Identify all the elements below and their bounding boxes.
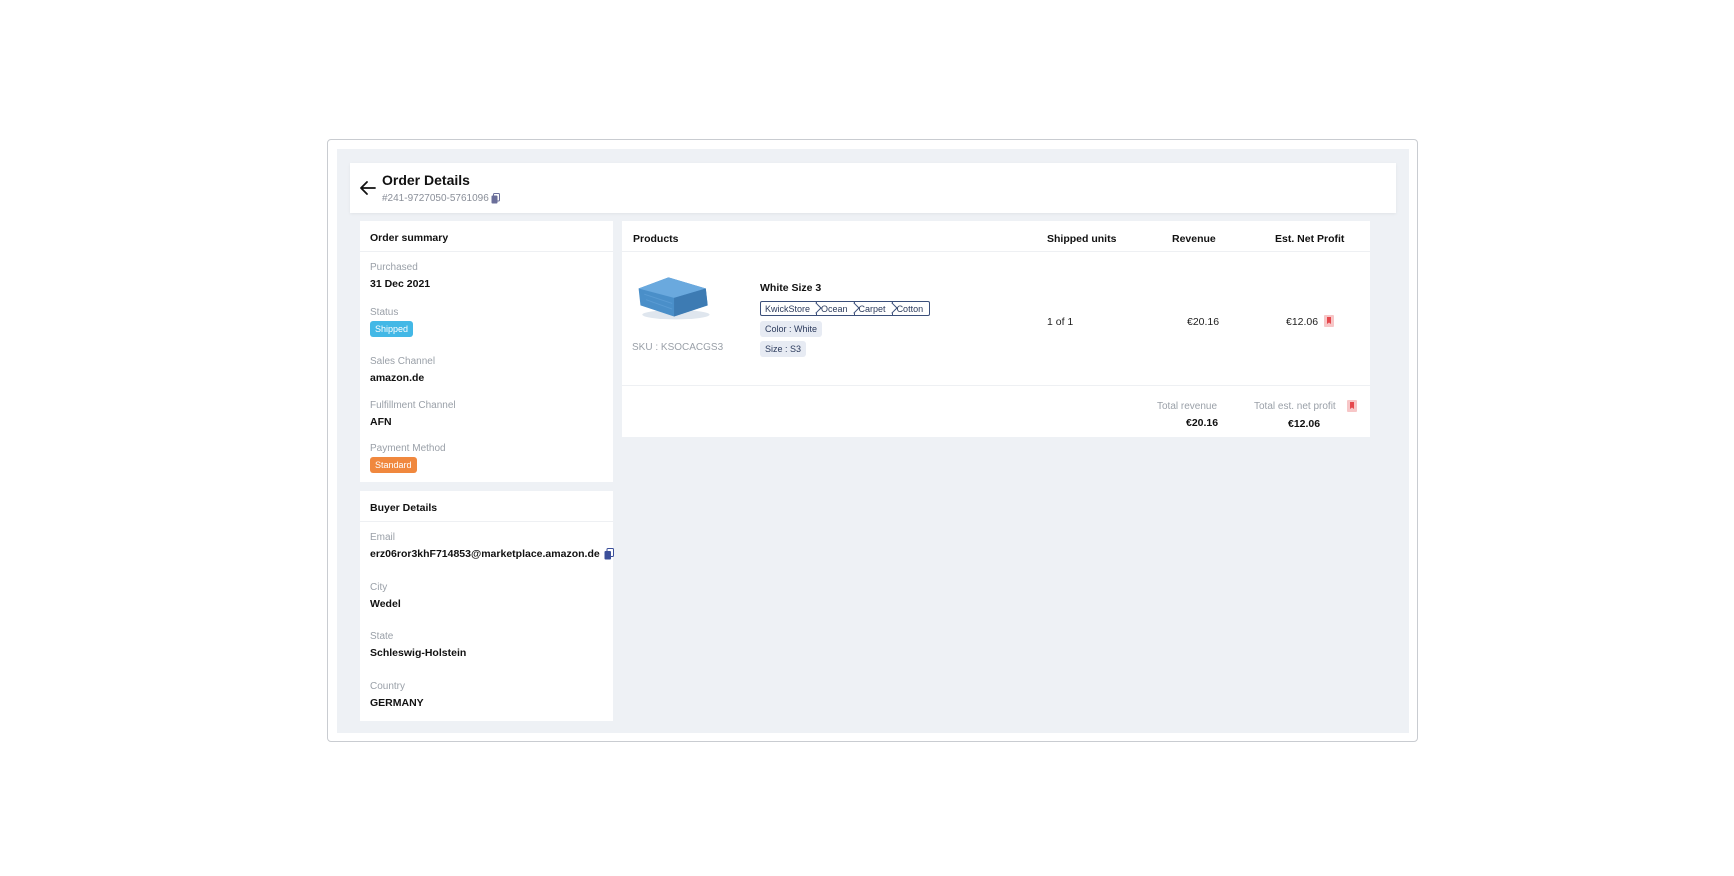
country-value: GERMANY xyxy=(370,697,424,709)
page-title: Order Details xyxy=(382,172,470,188)
total-revenue-value: €20.16 xyxy=(1186,417,1219,429)
fulfillment-label: Fulfillment Channel xyxy=(370,400,456,411)
product-row: SKU : KSOCACGS3 White Size 3 KwickStore … xyxy=(622,252,1370,386)
country-field: Country GERMANY xyxy=(370,681,424,709)
color-attribute: Color : White xyxy=(760,321,823,337)
shipped-units-header: Shipped units xyxy=(1047,233,1117,245)
order-summary-card: Order summary Purchased 31 Dec 2021 Stat… xyxy=(360,221,613,482)
payment-label: Payment Method xyxy=(370,443,446,454)
sales-channel-label: Sales Channel xyxy=(370,356,436,367)
products-header-row: Products Shipped units Revenue Est. Net … xyxy=(622,221,1370,252)
bookmark-icon[interactable] xyxy=(1324,315,1334,327)
products-card: Products Shipped units Revenue Est. Net … xyxy=(622,221,1370,437)
revenue-value: €20.16 xyxy=(1187,316,1220,328)
buyer-details-title: Buyer Details xyxy=(360,491,613,522)
copy-icon[interactable] xyxy=(604,548,614,560)
state-field: State Schleswig-Holstein xyxy=(370,631,466,659)
city-field: City Wedel xyxy=(370,582,401,610)
category-breadcrumb: KwickStore Ocean Carpet Cotton xyxy=(760,301,931,316)
city-value: Wedel xyxy=(370,598,401,610)
fulfillment-value: AFN xyxy=(370,416,392,428)
payment-badge: Standard xyxy=(370,457,417,473)
purchased-field: Purchased 31 Dec 2021 xyxy=(370,262,430,290)
buyer-details-card: Buyer Details Email erz06ror3khF714853@m… xyxy=(360,491,614,721)
product-name[interactable]: White Size 3 xyxy=(760,282,821,294)
fulfillment-field: Fulfillment Channel AFN xyxy=(370,400,456,428)
city-label: City xyxy=(370,582,388,593)
total-revenue-label: Total revenue xyxy=(1157,401,1218,412)
purchased-value: 31 Dec 2021 xyxy=(370,278,431,290)
product-sku: SKU : KSOCACGS3 xyxy=(632,342,724,353)
state-value: Schleswig-Holstein xyxy=(370,647,467,659)
net-profit-header: Est. Net Profit xyxy=(1275,233,1345,245)
payment-field: Payment Method Standard xyxy=(370,443,446,473)
bookmark-icon[interactable] xyxy=(1347,400,1357,412)
status-label: Status xyxy=(370,307,399,318)
total-profit-value: €12.06 xyxy=(1288,418,1321,430)
size-attribute: Size : S3 xyxy=(760,341,807,357)
category-chip: Carpet xyxy=(855,302,893,315)
state-label: State xyxy=(370,631,394,642)
email-field: Email erz06ror3khF714853@marketplace.ama… xyxy=(370,532,614,560)
order-id-text: #241-9727050-5761096 xyxy=(382,193,489,204)
revenue-header: Revenue xyxy=(1172,233,1216,245)
country-label: Country xyxy=(370,681,406,692)
category-chip: Ocean xyxy=(817,302,855,315)
net-profit-value: €12.06 xyxy=(1286,316,1319,328)
purchased-label: Purchased xyxy=(370,262,418,273)
sales-channel-field: Sales Channel amazon.de xyxy=(370,356,435,384)
email-value: erz06ror3khF714853@marketplace.amazon.de xyxy=(370,548,600,560)
copy-icon[interactable] xyxy=(491,193,500,204)
category-chip: KwickStore xyxy=(761,302,818,315)
products-header: Products xyxy=(633,233,679,245)
email-label: Email xyxy=(370,532,396,543)
app-frame: Order Details #241-9727050-5761096 Order… xyxy=(327,139,1418,742)
page-header: Order Details #241-9727050-5761096 xyxy=(350,163,1396,213)
email-row: erz06ror3khF714853@marketplace.amazon.de xyxy=(370,548,614,560)
status-field: Status Shipped xyxy=(370,307,414,337)
status-badge: Shipped xyxy=(370,321,414,337)
order-summary-title: Order summary xyxy=(360,221,613,252)
arrow-left-icon[interactable] xyxy=(358,179,378,197)
total-profit-label: Total est. net profit xyxy=(1254,401,1336,412)
shipped-units-value: 1 of 1 xyxy=(1047,316,1074,328)
sales-channel-value: amazon.de xyxy=(370,372,425,384)
content-area: Order Details #241-9727050-5761096 Order… xyxy=(337,149,1409,733)
category-chip: Cotton xyxy=(896,304,924,314)
order-id: #241-9727050-5761096 xyxy=(382,193,500,204)
product-image[interactable] xyxy=(632,268,718,324)
